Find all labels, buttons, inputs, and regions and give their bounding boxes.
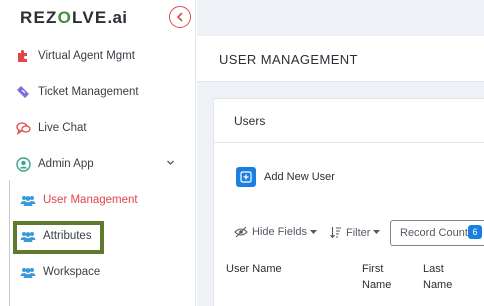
logo-text-suffix: LVE <box>72 8 108 27</box>
users-icon <box>20 264 36 280</box>
logo-o-letter: O <box>57 8 73 27</box>
sidebar-item-virtual-agent-mgmt[interactable]: Virtual Agent Mgmt <box>0 38 196 74</box>
add-new-user-label: Add New User <box>264 171 335 183</box>
sidebar-item-label: Live Chat <box>38 122 87 134</box>
collapse-sidebar-button[interactable] <box>169 6 191 28</box>
column-header-first-name[interactable]: First Name <box>362 261 402 293</box>
column-header-last-name[interactable]: Last Name <box>423 261 463 293</box>
chat-icon <box>15 120 31 136</box>
sidebar-item-user-management[interactable]: User Management <box>0 182 196 218</box>
sidebar-item-live-chat[interactable]: Live Chat <box>0 110 196 146</box>
table-header-row: User Name First Name Last Name <box>214 253 484 306</box>
sidebar-item-attributes[interactable]: Attributes <box>0 218 196 254</box>
filter-button[interactable]: Filter <box>330 226 381 239</box>
app-logo[interactable]: REZOLVE.ai <box>20 8 127 28</box>
sidebar-item-workspace[interactable]: Workspace <box>0 254 196 290</box>
sort-filter-icon <box>330 227 341 239</box>
sidebar-item-label: User Management <box>43 194 138 206</box>
hide-fields-button[interactable]: Hide Fields <box>234 226 318 238</box>
plus-square-icon <box>236 167 256 187</box>
page-header: USER MANAGEMENT <box>197 36 484 82</box>
add-new-user-button[interactable]: Add New User <box>236 167 335 187</box>
logo-o: O <box>58 8 72 28</box>
sidebar-item-label: Workspace <box>43 266 101 278</box>
logo-text-prefix: REZ <box>20 8 58 27</box>
caret-down-icon <box>373 230 381 234</box>
users-icon <box>20 192 36 208</box>
page-title: USER MANAGEMENT <box>219 52 358 67</box>
chevron-down-icon <box>167 160 174 165</box>
sidebar-item-label: Ticket Management <box>38 86 139 98</box>
card-header: Users <box>214 99 484 143</box>
card-title: Users <box>234 114 266 128</box>
users-card: Users Add New User Hide Fields Filter Re… <box>213 98 484 306</box>
sidebar: REZOLVE.ai Virtual Agent Mgmt Ticket Man… <box>0 0 196 306</box>
logo-text-ai: .ai <box>107 8 128 27</box>
sidebar-item-ticket-management[interactable]: Ticket Management <box>0 74 196 110</box>
sidebar-item-admin-app[interactable]: Admin App <box>0 146 196 182</box>
chevron-left-icon <box>176 12 183 22</box>
puzzle-icon <box>15 48 31 64</box>
main-content: USER MANAGEMENT Users Add New User Hide … <box>197 0 484 306</box>
sidebar-item-label: Admin App <box>38 158 94 170</box>
column-header-user-name[interactable]: User Name <box>226 261 282 277</box>
admin-user-icon <box>15 156 31 172</box>
hide-fields-label: Hide Fields <box>252 226 308 238</box>
eye-slash-icon <box>234 226 248 238</box>
filter-label: Filter <box>346 226 371 239</box>
ticket-icon <box>15 84 31 100</box>
caret-down-icon <box>310 229 318 234</box>
record-count-badge: 6 <box>468 225 482 239</box>
sidebar-item-label: Attributes <box>43 230 92 242</box>
users-icon <box>20 228 36 244</box>
logo-row: REZOLVE.ai <box>0 0 196 36</box>
sidebar-item-label: Virtual Agent Mgmt <box>38 50 135 62</box>
table-toolbar: Hide Fields Filter Record Count 6 <box>214 219 484 247</box>
record-count-label: Record Count <box>400 227 468 239</box>
